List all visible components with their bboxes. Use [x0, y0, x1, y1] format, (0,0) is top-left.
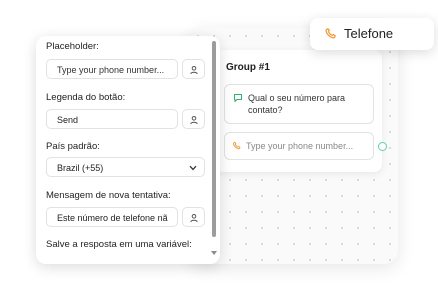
variable-icon	[190, 214, 198, 223]
question-block[interactable]: Qual o seu número para contato?	[224, 84, 374, 124]
placeholder-label: Placeholder:	[46, 41, 99, 52]
chevron-down-icon	[189, 165, 197, 171]
default-country-select[interactable]: Brazil (+55)	[46, 157, 205, 177]
retry-message-input[interactable]: Este número de telefone nã	[46, 207, 178, 227]
button-caption-input[interactable]: Send	[46, 109, 178, 129]
phone-icon	[232, 141, 241, 150]
panel-scrollbar-thumb[interactable]	[212, 41, 216, 237]
group-title: Group #1	[226, 62, 270, 73]
default-country-label: País padrão:	[46, 141, 100, 152]
output-connector[interactable]	[378, 142, 387, 151]
chat-bubble-icon	[233, 93, 243, 103]
placeholder-input[interactable]: Type your phone number...	[46, 59, 178, 79]
phone-icon	[325, 27, 336, 39]
scroll-down-arrow-icon[interactable]	[211, 251, 217, 255]
retry-message-label: Mensagem de nova tentativa:	[46, 190, 171, 201]
retry-message-variable-button[interactable]	[182, 207, 205, 227]
telefone-block-chip[interactable]: Telefone	[310, 18, 434, 50]
variable-icon	[190, 66, 198, 75]
phone-input-block[interactable]: Type your phone number...	[224, 132, 374, 160]
variable-icon	[190, 116, 198, 125]
placeholder-variable-button[interactable]	[182, 59, 205, 79]
telefone-label: Telefone	[344, 26, 394, 41]
phone-settings-panel: Placeholder: Type your phone number... L…	[36, 36, 220, 264]
default-country-value: Brazil (+55)	[57, 163, 104, 173]
group-card[interactable]: Group #1 Qual o seu número para contato?…	[216, 50, 382, 172]
button-caption-label: Legenda do botão:	[46, 92, 126, 103]
question-text: Qual o seu número para contato?	[248, 93, 346, 115]
save-variable-label: Salve a resposta em uma variável:	[46, 239, 192, 250]
button-caption-variable-button[interactable]	[182, 109, 205, 129]
phone-block-placeholder: Type your phone number...	[246, 141, 354, 151]
